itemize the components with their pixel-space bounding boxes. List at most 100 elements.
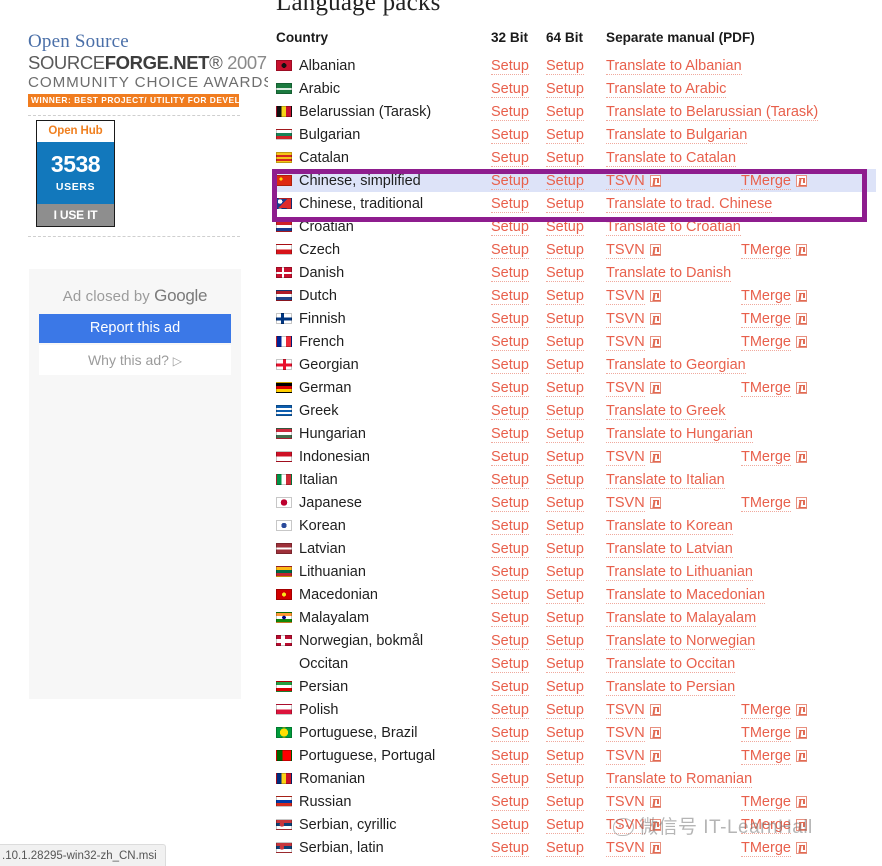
setup-64bit-link[interactable]: Setup: [546, 356, 584, 374]
manual-primary-link[interactable]: TSVN: [606, 724, 645, 742]
manual-primary-link[interactable]: TSVN: [606, 379, 645, 397]
setup-32bit-link[interactable]: Setup: [491, 172, 529, 190]
pdf-icon[interactable]: [649, 243, 661, 256]
pdf-icon[interactable]: [649, 174, 661, 187]
setup-32bit-link[interactable]: Setup: [491, 793, 529, 811]
open-hub-widget[interactable]: Open Hub 3538 USERS I USE IT: [36, 120, 115, 227]
pdf-icon[interactable]: [649, 450, 661, 463]
pdf-icon[interactable]: [649, 818, 661, 831]
manual-primary-link[interactable]: Translate to Korean: [606, 517, 733, 535]
manual-primary-link[interactable]: Translate to Catalan: [606, 149, 737, 167]
setup-64bit-link[interactable]: Setup: [546, 586, 584, 604]
setup-32bit-link[interactable]: Setup: [491, 149, 529, 167]
setup-32bit-link[interactable]: Setup: [491, 540, 529, 558]
setup-64bit-link[interactable]: Setup: [546, 839, 584, 857]
pdf-icon[interactable]: [795, 243, 807, 256]
manual-primary-link[interactable]: TSVN: [606, 839, 645, 857]
setup-32bit-link[interactable]: Setup: [491, 770, 529, 788]
setup-64bit-link[interactable]: Setup: [546, 678, 584, 696]
setup-32bit-link[interactable]: Setup: [491, 218, 529, 236]
manual-secondary-link[interactable]: TMerge: [741, 379, 791, 397]
manual-primary-link[interactable]: TSVN: [606, 494, 645, 512]
manual-secondary-link[interactable]: TMerge: [741, 793, 791, 811]
setup-32bit-link[interactable]: Setup: [491, 471, 529, 489]
setup-32bit-link[interactable]: Setup: [491, 816, 529, 834]
why-this-ad-button[interactable]: Why this ad? ▷: [39, 345, 231, 375]
manual-primary-link[interactable]: TSVN: [606, 310, 645, 328]
manual-primary-link[interactable]: TSVN: [606, 816, 645, 834]
manual-primary-link[interactable]: Translate to Arabic: [606, 80, 727, 98]
manual-secondary-link[interactable]: TMerge: [741, 333, 791, 351]
pdf-icon[interactable]: [795, 496, 807, 509]
manual-secondary-link[interactable]: TMerge: [741, 839, 791, 857]
manual-secondary-link[interactable]: TMerge: [741, 310, 791, 328]
pdf-icon[interactable]: [795, 726, 807, 739]
pdf-icon[interactable]: [795, 703, 807, 716]
pdf-icon[interactable]: [795, 818, 807, 831]
setup-64bit-link[interactable]: Setup: [546, 494, 584, 512]
setup-64bit-link[interactable]: Setup: [546, 195, 584, 213]
manual-secondary-link[interactable]: TMerge: [741, 701, 791, 719]
manual-primary-link[interactable]: Translate to Malayalam: [606, 609, 757, 627]
manual-secondary-link[interactable]: TMerge: [741, 287, 791, 305]
setup-64bit-link[interactable]: Setup: [546, 172, 584, 190]
setup-64bit-link[interactable]: Setup: [546, 609, 584, 627]
manual-primary-link[interactable]: TSVN: [606, 333, 645, 351]
setup-32bit-link[interactable]: Setup: [491, 379, 529, 397]
pdf-icon[interactable]: [649, 312, 661, 325]
manual-secondary-link[interactable]: TMerge: [741, 448, 791, 466]
setup-32bit-link[interactable]: Setup: [491, 839, 529, 857]
setup-64bit-link[interactable]: Setup: [546, 448, 584, 466]
setup-64bit-link[interactable]: Setup: [546, 770, 584, 788]
setup-64bit-link[interactable]: Setup: [546, 471, 584, 489]
setup-32bit-link[interactable]: Setup: [491, 448, 529, 466]
setup-64bit-link[interactable]: Setup: [546, 425, 584, 443]
manual-primary-link[interactable]: Translate to trad. Chinese: [606, 195, 773, 213]
pdf-icon[interactable]: [649, 749, 661, 762]
manual-secondary-link[interactable]: TMerge: [741, 172, 791, 190]
manual-primary-link[interactable]: Translate to Danish: [606, 264, 732, 282]
setup-64bit-link[interactable]: Setup: [546, 402, 584, 420]
setup-64bit-link[interactable]: Setup: [546, 310, 584, 328]
setup-32bit-link[interactable]: Setup: [491, 333, 529, 351]
manual-primary-link[interactable]: TSVN: [606, 287, 645, 305]
pdf-icon[interactable]: [795, 795, 807, 808]
setup-32bit-link[interactable]: Setup: [491, 103, 529, 121]
setup-32bit-link[interactable]: Setup: [491, 747, 529, 765]
pdf-icon[interactable]: [649, 335, 661, 348]
setup-64bit-link[interactable]: Setup: [546, 563, 584, 581]
manual-secondary-link[interactable]: TMerge: [741, 241, 791, 259]
setup-32bit-link[interactable]: Setup: [491, 425, 529, 443]
setup-64bit-link[interactable]: Setup: [546, 80, 584, 98]
manual-primary-link[interactable]: TSVN: [606, 241, 645, 259]
manual-primary-link[interactable]: Translate to Georgian: [606, 356, 746, 374]
setup-64bit-link[interactable]: Setup: [546, 655, 584, 673]
setup-64bit-link[interactable]: Setup: [546, 816, 584, 834]
setup-64bit-link[interactable]: Setup: [546, 379, 584, 397]
setup-32bit-link[interactable]: Setup: [491, 586, 529, 604]
setup-64bit-link[interactable]: Setup: [546, 103, 584, 121]
manual-primary-link[interactable]: Translate to Greek: [606, 402, 726, 420]
manual-primary-link[interactable]: TSVN: [606, 793, 645, 811]
setup-64bit-link[interactable]: Setup: [546, 701, 584, 719]
setup-64bit-link[interactable]: Setup: [546, 264, 584, 282]
setup-64bit-link[interactable]: Setup: [546, 333, 584, 351]
setup-64bit-link[interactable]: Setup: [546, 632, 584, 650]
pdf-icon[interactable]: [795, 749, 807, 762]
pdf-icon[interactable]: [795, 312, 807, 325]
pdf-icon[interactable]: [795, 289, 807, 302]
pdf-icon[interactable]: [649, 289, 661, 302]
setup-64bit-link[interactable]: Setup: [546, 57, 584, 75]
manual-primary-link[interactable]: Translate to Albanian: [606, 57, 742, 75]
report-this-ad-button[interactable]: Report this ad: [39, 314, 231, 343]
setup-32bit-link[interactable]: Setup: [491, 287, 529, 305]
setup-32bit-link[interactable]: Setup: [491, 241, 529, 259]
manual-primary-link[interactable]: Translate to Latvian: [606, 540, 733, 558]
setup-64bit-link[interactable]: Setup: [546, 218, 584, 236]
pdf-icon[interactable]: [649, 381, 661, 394]
pdf-icon[interactable]: [795, 381, 807, 394]
setup-64bit-link[interactable]: Setup: [546, 241, 584, 259]
setup-64bit-link[interactable]: Setup: [546, 126, 584, 144]
pdf-icon[interactable]: [795, 174, 807, 187]
setup-64bit-link[interactable]: Setup: [546, 149, 584, 167]
